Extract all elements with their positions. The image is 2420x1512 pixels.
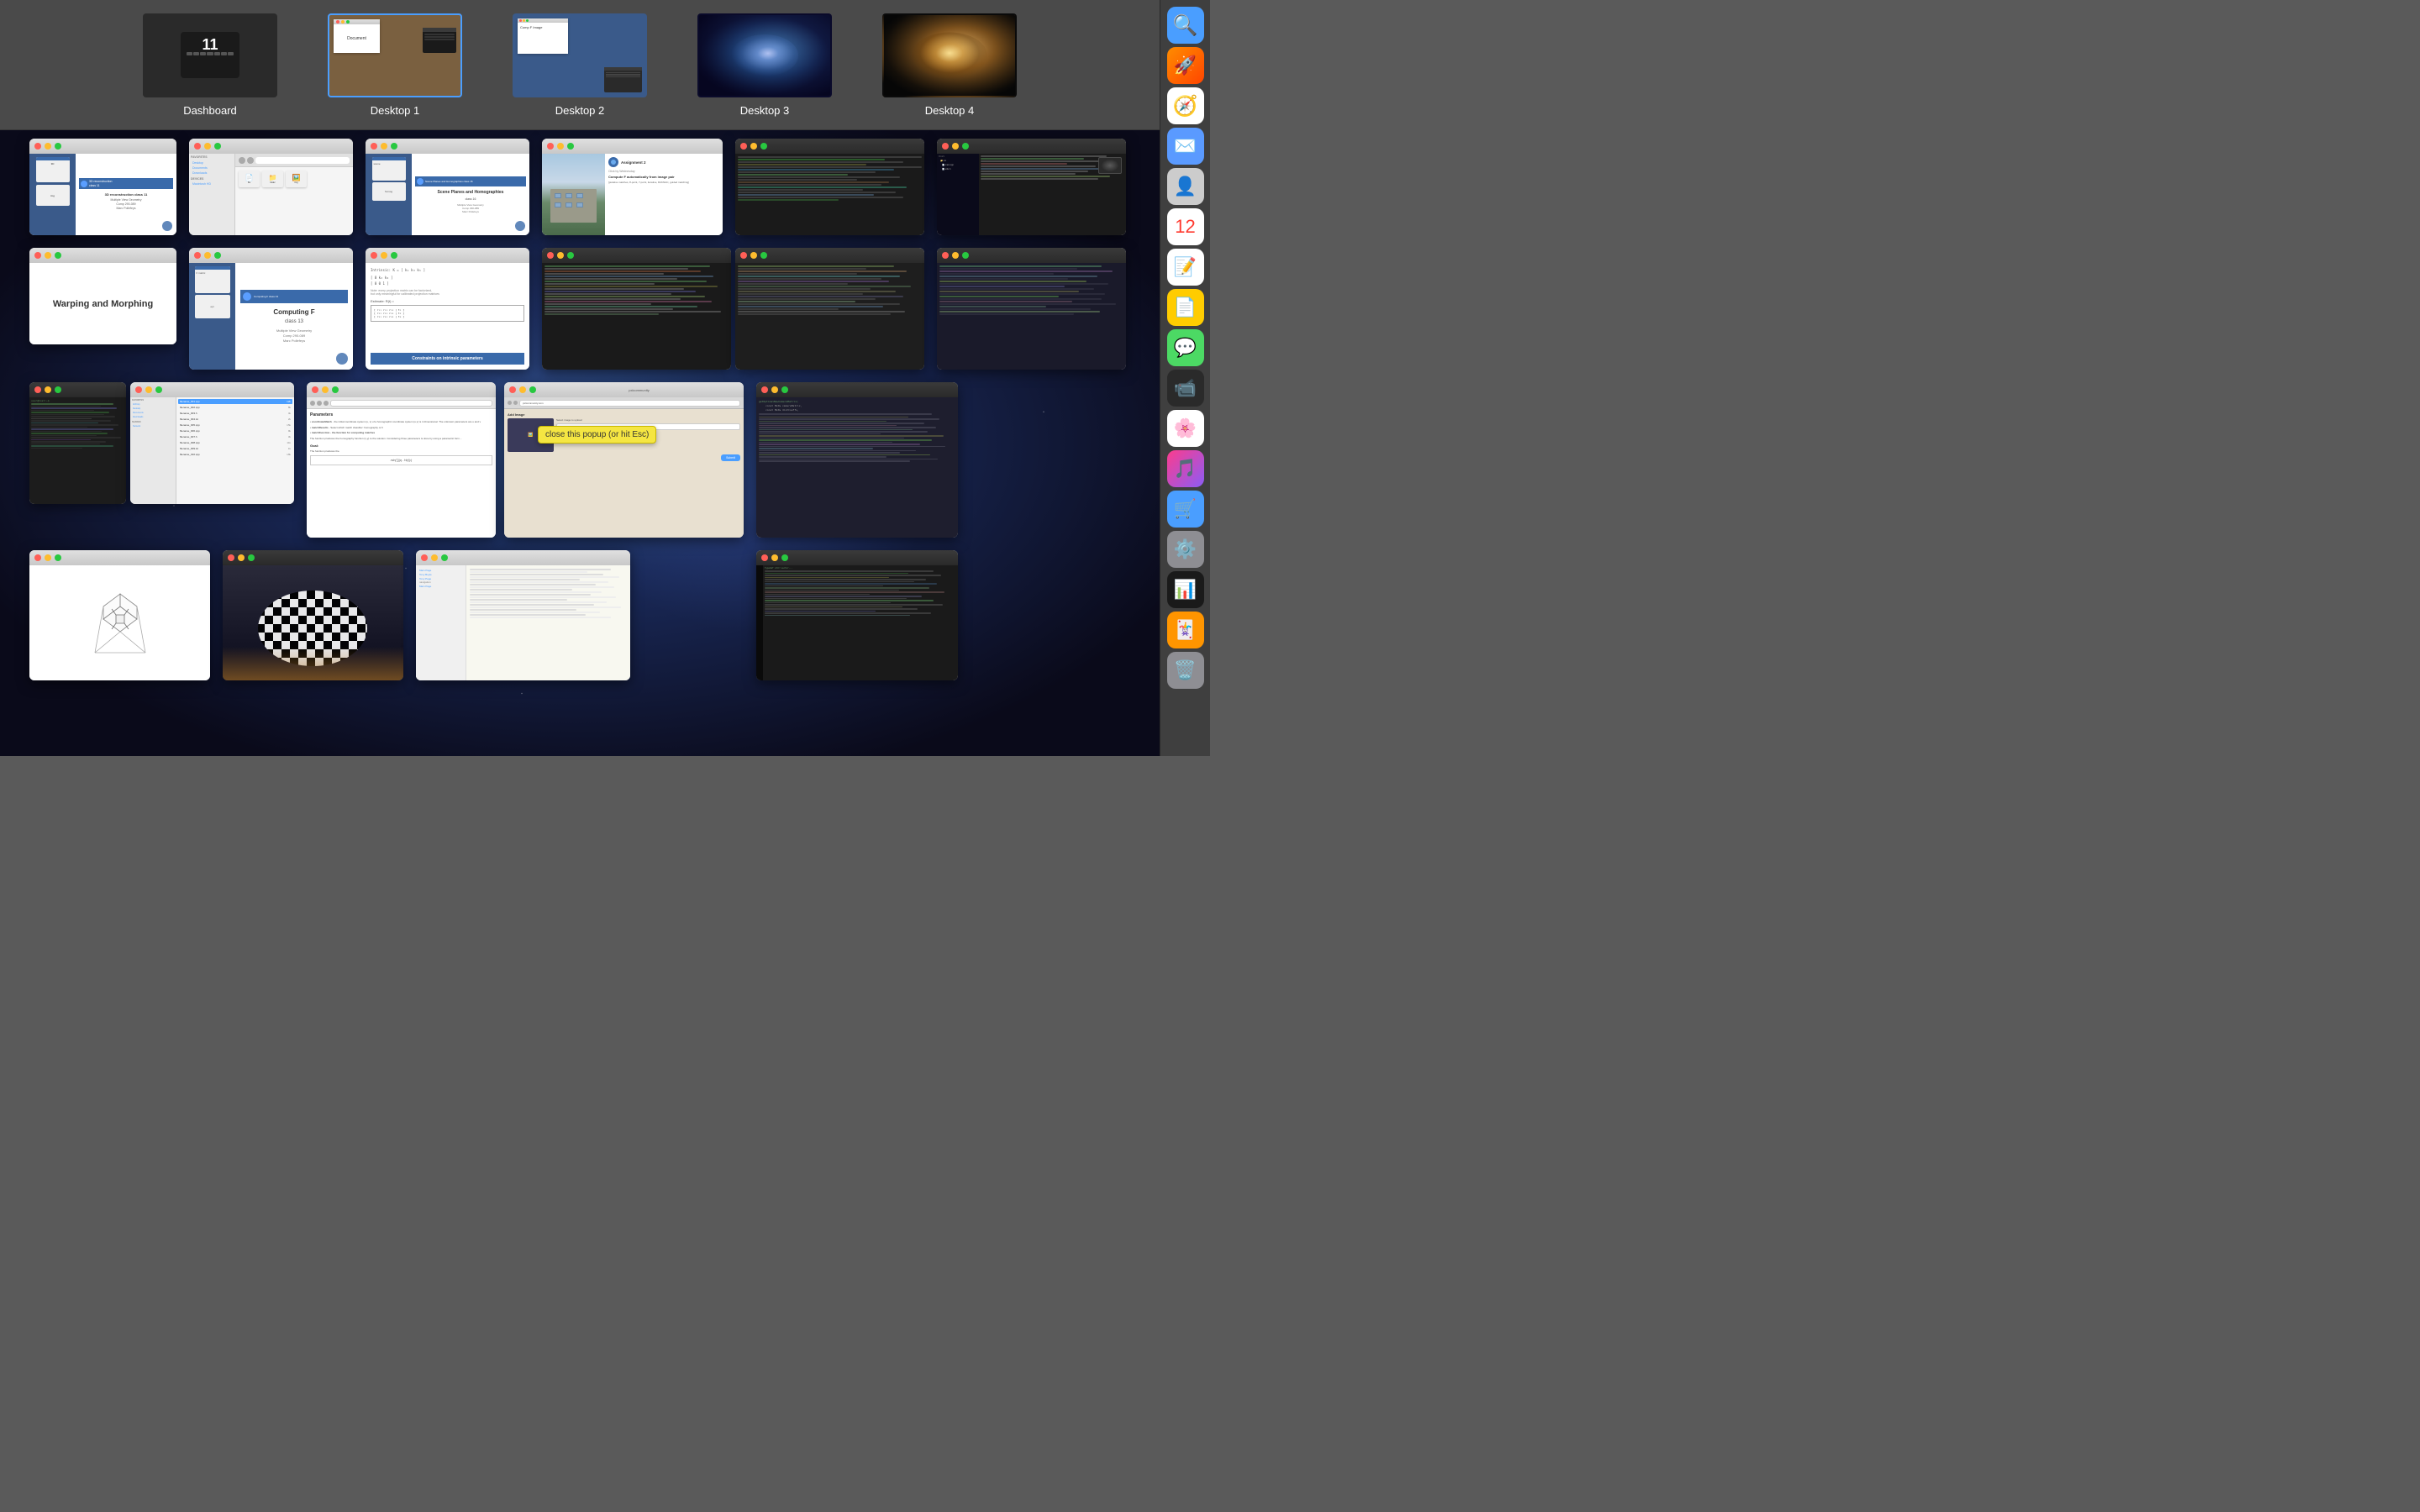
desktop-thumb-dashboard[interactable]: Dashboard xyxy=(143,13,277,117)
windows-grid: 3D img 3D reconstructionclass 11 3D reco… xyxy=(0,130,1160,756)
window-code-editor-5[interactable] xyxy=(937,248,1126,370)
window-filelist[interactable]: FAVORITES AirDrop Desktop Documents Down… xyxy=(130,382,294,504)
window-browser[interactable]: pxlcommunity pxlcommunity.com Add Image … xyxy=(504,382,744,538)
dock: 🔍 🚀 🧭 ✉️ 👤 12 📝 📄 💬 📹 🌸 🎵 🛒 ⚙️ 📊 🃏 🗑️ xyxy=(1160,0,1210,756)
window-geometry[interactable] xyxy=(29,550,210,680)
slide-subtitle-3d: Multiple View GeometryComp 290-089Marc P… xyxy=(111,198,142,211)
desktop2-label: Desktop 2 xyxy=(555,104,605,117)
dock-icon-sysprefs[interactable]: ⚙️ xyxy=(1167,531,1204,568)
dock-icon-messages[interactable]: 💬 xyxy=(1167,329,1204,366)
window-code-editor-3[interactable] xyxy=(542,248,731,370)
dashboard-label: Dashboard xyxy=(183,104,237,117)
dock-icon-safari[interactable]: 🧭 xyxy=(1167,87,1204,124)
desktop-thumb-1[interactable]: Document Desktop 1 xyxy=(328,13,462,117)
desktop1-label: Desktop 1 xyxy=(371,104,420,117)
popup-tooltip[interactable]: close this popup (or hit Esc) xyxy=(538,426,656,444)
window-assignment2[interactable]: Assignment 2 Click by Wednesday Compute … xyxy=(542,139,723,235)
dock-icon-appstore[interactable]: 🛒 xyxy=(1167,491,1204,528)
window-code-editor-6[interactable]: getOptimalNewCameraMatrix( const Mat& ca… xyxy=(756,382,958,538)
window-intrinsic-params[interactable]: Intrinsic: K = [ k₁ k₃ k₅ ] [ 0 k₂ k₆ ] … xyxy=(366,248,529,370)
desktop4-label: Desktop 4 xyxy=(925,104,975,117)
desktop-thumb-2[interactable]: Comp F Image Desktop 2 xyxy=(513,13,647,117)
window-code-editor-1[interactable] xyxy=(735,139,924,235)
dock-icon-notes[interactable]: 📄 xyxy=(1167,289,1204,326)
dock-icon-photos[interactable]: 🌸 xyxy=(1167,410,1204,447)
geometry-wireframe xyxy=(70,577,171,669)
window-finder[interactable]: FAVORITES Desktop Documents Downloads DE… xyxy=(189,139,353,235)
window-document[interactable]: Parameters • coordinateMatch - the initi… xyxy=(307,382,496,538)
desktop3-label: Desktop 3 xyxy=(740,104,790,117)
window-3d-reconstruction[interactable]: 3D img 3D reconstructionclass 11 3D reco… xyxy=(29,139,176,235)
slide-title-3d: 3D reconstruction class 11 xyxy=(105,192,148,197)
desktop-thumb-3[interactable]: Desktop 3 xyxy=(697,13,832,117)
dock-icon-trash[interactable]: 🗑️ xyxy=(1167,652,1204,689)
dock-icon-facetime[interactable]: 📹 xyxy=(1167,370,1204,407)
main-area: 3D img 3D reconstructionclass 11 3D reco… xyxy=(0,130,1160,756)
dock-icon-reminders[interactable]: 📝 xyxy=(1167,249,1204,286)
dock-icon-actmon[interactable]: 📊 xyxy=(1167,571,1204,608)
window-document-2[interactable]: Main Page Tony Boyle Tony Page navigatio… xyxy=(416,550,630,680)
warping-title: Warping and Morphing xyxy=(53,299,153,309)
window-scene-planes[interactable]: scene homog Scene Planes and Homographie… xyxy=(366,139,529,235)
dock-icon-launchpad[interactable]: 🚀 xyxy=(1167,47,1204,84)
dock-icon-itunes[interactable]: 🎵 xyxy=(1167,450,1204,487)
window-code-editor-4[interactable] xyxy=(735,248,924,370)
window-warping-morphing[interactable]: Warping and Morphing xyxy=(29,248,176,344)
window-checkerboard[interactable] xyxy=(223,550,403,680)
window-code-editor-2[interactable]: FILES 📁 src 📄 main.cpp 📄 utils.h xyxy=(937,139,1126,235)
window-terminal-1[interactable]: user@host:~$ xyxy=(29,382,126,504)
popup-text: close this popup (or hit Esc) xyxy=(545,430,649,439)
dock-icon-contacts[interactable]: 👤 xyxy=(1167,168,1204,205)
top-bar: Dashboard Document xyxy=(0,0,1160,130)
desktop-thumb-4[interactable]: Desktop 4 xyxy=(882,13,1017,117)
dock-icon-mail[interactable]: ✉️ xyxy=(1167,128,1204,165)
dock-icon-finder[interactable]: 🔍 xyxy=(1167,7,1204,44)
dock-icon-calendar[interactable]: 12 xyxy=(1167,208,1204,245)
window-code-editor-7[interactable]: typedef std::vector... xyxy=(756,550,958,680)
dock-icon-flash[interactable]: 🃏 xyxy=(1167,612,1204,648)
window-computing-f[interactable]: F matrix epi Computing F class 13 Comput… xyxy=(189,248,353,370)
